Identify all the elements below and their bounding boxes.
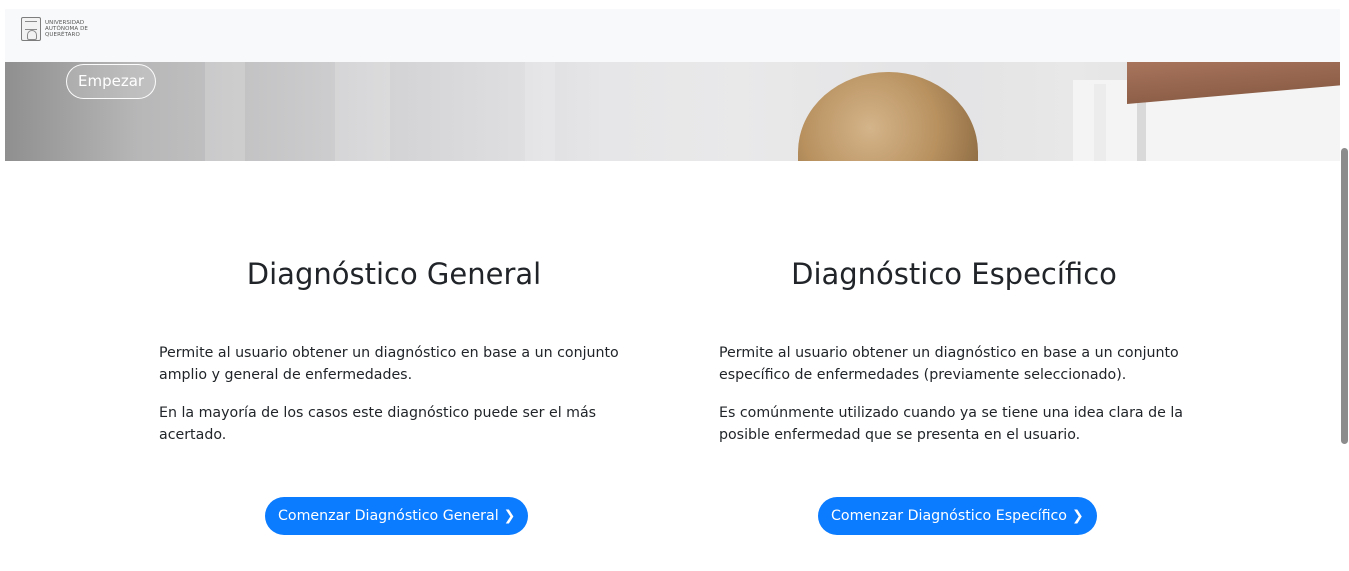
logo-text: UNIVERSIDAD AUTÓNOMA DE QUERÉTARO — [45, 20, 88, 38]
specific-title: Diagnóstico Específico — [791, 257, 1117, 291]
general-diagnosis-section: Diagnóstico General Permite al usuario o… — [159, 255, 629, 443]
crest-icon — [21, 17, 41, 41]
general-title: Diagnóstico General — [246, 257, 542, 291]
chevron-right-icon: ❯ — [503, 508, 516, 524]
start-button[interactable]: Empezar — [66, 64, 157, 99]
button-label: Comenzar Diagnóstico Específico — [831, 508, 1067, 524]
specific-description: Permite al usuario obtener un diagnóstic… — [719, 345, 1179, 383]
general-description: Permite al usuario obtener un diagnóstic… — [159, 345, 619, 383]
button-label: Comenzar Diagnóstico General — [278, 508, 499, 524]
curtain-stripe — [335, 62, 390, 161]
curtain-stripe — [525, 62, 555, 161]
hero-banner — [5, 62, 1340, 161]
scrollbar-thumb[interactable] — [1341, 148, 1348, 444]
start-general-diagnosis-button[interactable]: Comenzar Diagnóstico General ❯ — [265, 497, 529, 535]
chevron-right-icon: ❯ — [1072, 508, 1084, 524]
university-logo[interactable]: UNIVERSIDAD AUTÓNOMA DE QUERÉTARO — [21, 16, 115, 42]
start-specific-diagnosis-button[interactable]: Comenzar Diagnóstico Específico ❯ — [818, 497, 1097, 535]
background-pillar — [1094, 84, 1106, 161]
curtain-stripe — [205, 62, 245, 161]
general-note: En la mayoría de los casos este diagnóst… — [159, 405, 597, 443]
navbar: UNIVERSIDAD AUTÓNOMA DE QUERÉTARO — [5, 9, 1340, 62]
specific-diagnosis-section: Diagnóstico Específico Permite al usuari… — [719, 255, 1189, 443]
specific-note: Es comúnmente utilizado cuando ya se tie… — [719, 405, 1183, 443]
person-image — [798, 72, 978, 161]
